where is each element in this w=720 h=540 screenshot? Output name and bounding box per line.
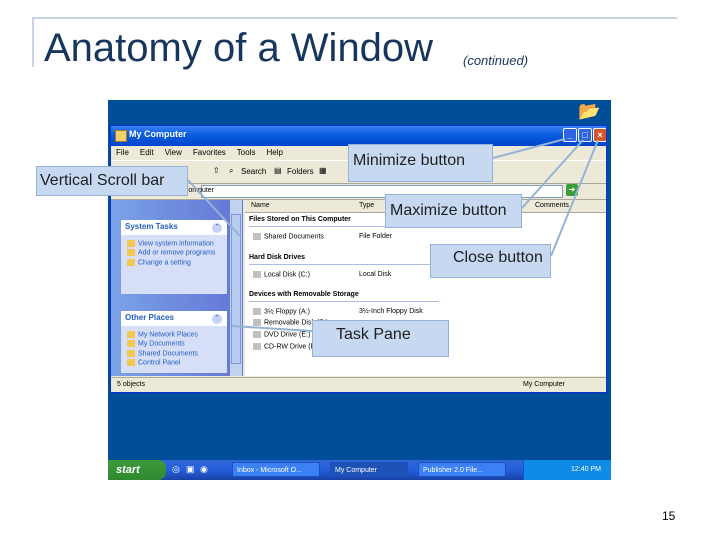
callout-close-button: Close button: [430, 244, 551, 278]
callout-leader-lines: [187, 138, 599, 332]
callout-vertical-scroll-bar: Vertical Scroll bar: [36, 166, 188, 196]
callout-minimize-button: Minimize button: [348, 144, 493, 182]
callout-task-pane: Task Pane: [312, 320, 449, 357]
callout-maximize-button: Maximize button: [385, 194, 522, 228]
page-number: 15: [662, 509, 676, 523]
